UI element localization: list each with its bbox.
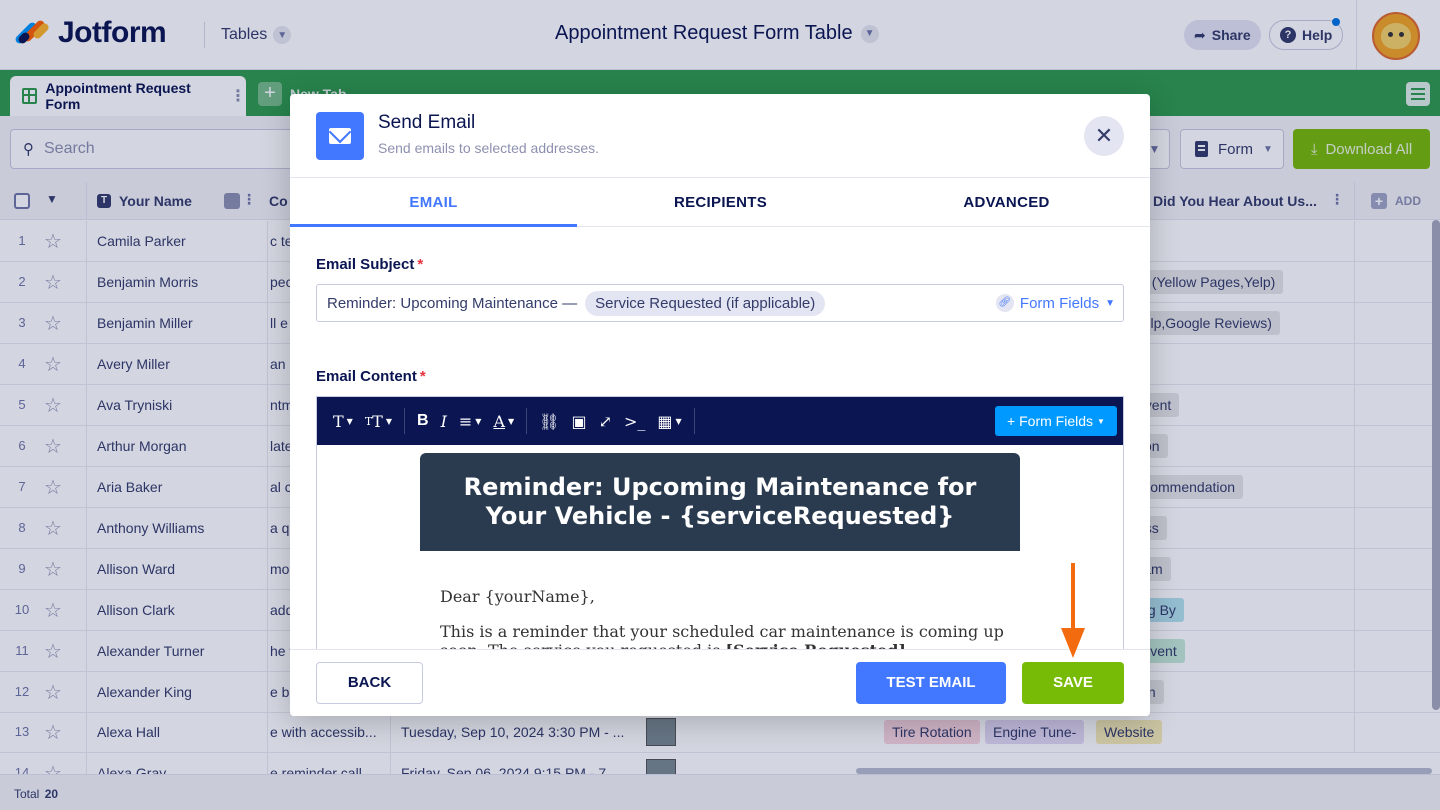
email-envelope-icon bbox=[316, 112, 364, 160]
dialog-subtitle: Send emails to selected addresses. bbox=[378, 140, 600, 156]
italic-icon[interactable]: I bbox=[435, 397, 453, 445]
tab-recipients[interactable]: RECIPIENTS bbox=[577, 178, 864, 227]
divider bbox=[526, 408, 528, 434]
annotation-arrowhead-icon bbox=[1061, 628, 1085, 658]
chevron-down-icon: ▼ bbox=[1105, 297, 1115, 309]
test-email-button[interactable]: TEST EMAIL bbox=[856, 662, 1006, 704]
close-icon[interactable]: ✕ bbox=[1084, 116, 1124, 156]
label-text: Email Subject bbox=[316, 256, 415, 273]
text-color-icon[interactable]: A ▼ bbox=[487, 397, 520, 445]
save-button[interactable]: SAVE bbox=[1022, 662, 1124, 704]
editor-toolbar: T ▼ T T ▼ B I ≡ ▼ A ▼ ⛓ ▣ ⤢ >_ ▦ ▼ + Form Fiel… bbox=[317, 397, 1123, 445]
back-button[interactable]: BACK bbox=[316, 662, 423, 704]
email-content-label: Email Content * bbox=[316, 368, 426, 385]
email-greeting: Dear {yourName}, bbox=[440, 587, 595, 606]
email-banner[interactable]: Reminder: Upcoming Maintenance for Your … bbox=[420, 453, 1020, 551]
link-icon[interactable]: ⛓ bbox=[533, 397, 565, 445]
email-body-line: This is a reminder that your scheduled c… bbox=[440, 622, 1004, 641]
image-icon[interactable]: ▣ bbox=[565, 397, 592, 445]
chevron-down-icon: ▼ bbox=[1097, 416, 1105, 426]
send-email-dialog: Send Email Send emails to selected addre… bbox=[290, 94, 1150, 716]
form-fields-label: Form Fields bbox=[1019, 294, 1100, 312]
email-content-editor[interactable]: T ▼ T T ▼ B I ≡ ▼ A ▼ ⛓ ▣ ⤢ >_ ▦ ▼ + Form Fiel… bbox=[316, 396, 1124, 656]
form-field-chip[interactable]: Service Requested (if applicable) bbox=[585, 290, 826, 316]
align-icon[interactable]: ≡ ▼ bbox=[453, 397, 488, 445]
tab-advanced[interactable]: ADVANCED bbox=[863, 178, 1150, 227]
font-family-icon[interactable]: T ▼ bbox=[327, 397, 359, 445]
email-subject-label: Email Subject * bbox=[316, 256, 424, 273]
dialog-header: Send Email Send emails to selected addre… bbox=[290, 94, 1150, 178]
divider bbox=[693, 408, 695, 434]
fullscreen-icon[interactable]: ⤢ bbox=[593, 397, 618, 445]
annotation-arrow-icon bbox=[1071, 563, 1075, 635]
table-icon[interactable]: ▦ ▼ bbox=[651, 397, 687, 445]
divider bbox=[404, 408, 405, 434]
form-fields-dropdown[interactable]: 🔗︎ Form Fields ▼ bbox=[995, 294, 1115, 312]
insert-form-fields-button[interactable]: + Form Fields ▼ bbox=[995, 406, 1117, 436]
font-size-icon[interactable]: T T ▼ bbox=[359, 397, 398, 445]
dialog-footer: BACK TEST EMAIL SAVE bbox=[290, 649, 1150, 716]
subject-text: Reminder: Upcoming Maintenance — bbox=[327, 294, 578, 312]
banner-line-1: Reminder: Upcoming Maintenance for bbox=[463, 473, 977, 501]
label-text: Email Content bbox=[316, 368, 417, 385]
form-fields-label: + Form Fields bbox=[1007, 413, 1094, 429]
email-subject-input[interactable]: Reminder: Upcoming Maintenance — Service… bbox=[316, 284, 1124, 322]
dialog-tabs: EMAIL RECIPIENTS ADVANCED bbox=[290, 178, 1150, 227]
dialog-title: Send Email bbox=[378, 112, 476, 133]
tab-email[interactable]: EMAIL bbox=[290, 178, 577, 227]
bold-icon[interactable]: B bbox=[411, 397, 435, 445]
banner-line-2: Your Vehicle - {serviceRequested} bbox=[485, 502, 955, 530]
link-icon: 🔗︎ bbox=[995, 294, 1014, 312]
code-view-icon[interactable]: >_ bbox=[618, 397, 651, 445]
